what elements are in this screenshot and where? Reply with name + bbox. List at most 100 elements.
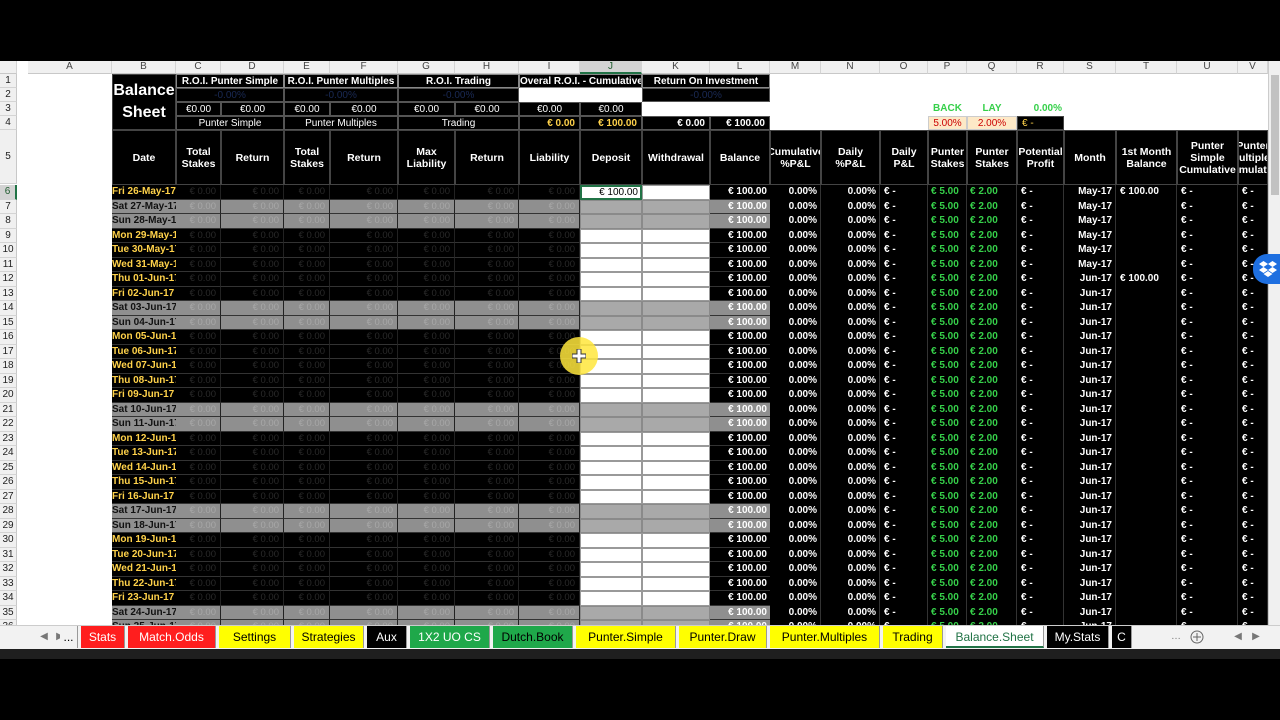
deposit-input[interactable] xyxy=(580,533,642,548)
withdrawal-input[interactable] xyxy=(642,562,710,577)
withdrawal-input[interactable] xyxy=(642,185,710,200)
row-header-3[interactable]: 3 xyxy=(0,102,17,116)
vertical-scrollbar[interactable] xyxy=(1268,61,1280,625)
row-header-27[interactable]: 27 xyxy=(0,489,17,504)
withdrawal-input[interactable] xyxy=(642,257,710,272)
sheet-tab-punter-simple[interactable]: Punter.Simple xyxy=(576,626,676,648)
withdrawal-input[interactable] xyxy=(642,417,710,432)
deposit-input[interactable] xyxy=(580,199,642,214)
withdrawal-input[interactable] xyxy=(642,388,710,403)
column-header-u[interactable]: U xyxy=(1177,61,1238,74)
withdrawal-input[interactable] xyxy=(642,533,710,548)
column-header-m[interactable]: M xyxy=(770,61,821,74)
column-header-k[interactable]: K xyxy=(642,61,710,74)
row-header-24[interactable]: 24 xyxy=(0,446,17,461)
row-header-2[interactable]: 2 xyxy=(0,88,17,102)
back-pct[interactable]: 5.00% xyxy=(928,116,967,130)
hscroll-left-icon[interactable]: ◀ xyxy=(1230,626,1246,648)
column-header-l[interactable]: L xyxy=(710,61,770,74)
deposit-input[interactable]: € 100.00 xyxy=(580,185,642,200)
spreadsheet-grid[interactable]: A B C D E F G H I J K L M N O P Q R S T U V 1 2 3 4 5 6 7 8 9 10 11 12 13 1… xyxy=(0,61,1268,625)
deposit-input[interactable] xyxy=(580,489,642,504)
deposit-input[interactable] xyxy=(580,228,642,243)
sheet-tab-my-stats[interactable]: My.Stats xyxy=(1047,626,1109,648)
row-header-10[interactable]: 10 xyxy=(0,243,17,258)
deposit-input[interactable] xyxy=(580,257,642,272)
column-header-e[interactable]: E xyxy=(284,61,330,74)
row-header-13[interactable]: 13 xyxy=(0,286,17,301)
deposit-input[interactable] xyxy=(580,504,642,519)
row-header-18[interactable]: 18 xyxy=(0,359,17,374)
deposit-input[interactable] xyxy=(580,243,642,258)
row-header-17[interactable]: 17 xyxy=(0,344,17,359)
withdrawal-input[interactable] xyxy=(642,214,710,229)
deposit-input[interactable] xyxy=(580,562,642,577)
deposit-input[interactable] xyxy=(580,373,642,388)
withdrawal-input[interactable] xyxy=(642,431,710,446)
row-header-9[interactable]: 9 xyxy=(0,228,17,243)
sheet-tab-settings[interactable]: Settings xyxy=(219,626,291,648)
sheet-tab-c[interactable]: C xyxy=(1112,626,1132,648)
sheet-tab-strategies[interactable]: Strategies xyxy=(294,626,364,648)
deposit-input[interactable] xyxy=(580,591,642,606)
withdrawal-input[interactable] xyxy=(642,243,710,258)
lay-pct[interactable]: 2.00% xyxy=(967,116,1017,130)
withdrawal-input[interactable] xyxy=(642,475,710,490)
column-header-r[interactable]: R xyxy=(1017,61,1064,74)
withdrawal-input[interactable] xyxy=(642,460,710,475)
row-header-28[interactable]: 28 xyxy=(0,504,17,519)
withdrawal-input[interactable] xyxy=(642,301,710,316)
deposit-input[interactable] xyxy=(580,576,642,591)
column-header-p[interactable]: P xyxy=(928,61,967,74)
deposit-input[interactable] xyxy=(580,388,642,403)
column-header-b[interactable]: B xyxy=(112,61,176,74)
more-sheets-icon[interactable]: … xyxy=(1166,626,1186,648)
deposit-input[interactable] xyxy=(580,301,642,316)
row-header-30[interactable]: 30 xyxy=(0,533,17,548)
deposit-input[interactable] xyxy=(580,286,642,301)
column-header-q[interactable]: Q xyxy=(967,61,1017,74)
row-header-19[interactable]: 19 xyxy=(0,373,17,388)
row-header-25[interactable]: 25 xyxy=(0,460,17,475)
withdrawal-input[interactable] xyxy=(642,489,710,504)
scroll-left-icon[interactable]: ◀ xyxy=(36,626,52,648)
column-header-g[interactable]: G xyxy=(398,61,455,74)
sheet-tab-trading[interactable]: Trading xyxy=(883,626,943,648)
select-all-corner[interactable] xyxy=(0,61,17,74)
column-header-h[interactable]: H xyxy=(455,61,519,74)
column-header-d[interactable]: D xyxy=(221,61,284,74)
column-header-n[interactable]: N xyxy=(821,61,880,74)
row-header-16[interactable]: 16 xyxy=(0,330,17,345)
withdrawal-input[interactable] xyxy=(642,272,710,287)
row-header-8[interactable]: 8 xyxy=(0,214,17,229)
column-header-i[interactable]: I xyxy=(519,61,580,74)
row-header-4[interactable]: 4 xyxy=(0,116,17,130)
withdrawal-input[interactable] xyxy=(642,576,710,591)
column-header-t[interactable]: T xyxy=(1116,61,1177,74)
deposit-input[interactable] xyxy=(580,417,642,432)
dropbox-icon[interactable] xyxy=(1253,254,1280,284)
sheet-tab-balance-sheet[interactable]: Balance.Sheet xyxy=(946,626,1044,648)
withdrawal-input[interactable] xyxy=(642,359,710,374)
withdrawal-input[interactable] xyxy=(642,373,710,388)
withdrawal-input[interactable] xyxy=(642,402,710,417)
sheet-tab-match-odds[interactable]: Match.Odds xyxy=(128,626,216,648)
deposit-input[interactable] xyxy=(580,272,642,287)
sheet-tab-aux[interactable]: Aux xyxy=(367,626,407,648)
withdrawal-input[interactable] xyxy=(642,315,710,330)
withdrawal-input[interactable] xyxy=(642,547,710,562)
row-header-20[interactable]: 20 xyxy=(0,388,17,403)
row-header-32[interactable]: 32 xyxy=(0,562,17,577)
row-header-5[interactable]: 5 xyxy=(0,130,17,184)
sheet-tab-punter-draw[interactable]: Punter.Draw xyxy=(679,626,767,648)
withdrawal-input[interactable] xyxy=(642,199,710,214)
row-header-21[interactable]: 21 xyxy=(0,402,17,417)
deposit-input[interactable] xyxy=(580,214,642,229)
row-header-34[interactable]: 34 xyxy=(0,591,17,606)
row-header-33[interactable]: 33 xyxy=(0,576,17,591)
withdrawal-input[interactable] xyxy=(642,286,710,301)
row-header-15[interactable]: 15 xyxy=(0,315,17,330)
column-header-s[interactable]: S xyxy=(1064,61,1116,74)
deposit-input[interactable] xyxy=(580,446,642,461)
withdrawal-input[interactable] xyxy=(642,518,710,533)
